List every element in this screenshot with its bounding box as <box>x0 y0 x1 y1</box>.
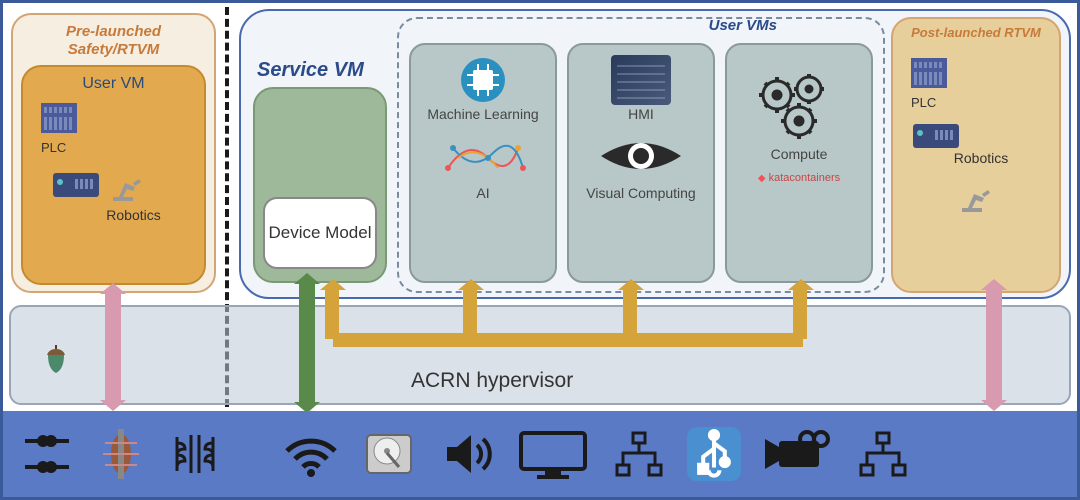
post-launched-title: Post-launched RTVM <box>903 25 1049 40</box>
hw-left-group <box>17 427 225 481</box>
hmi-screen-icon <box>611 55 671 105</box>
user-vms-group: User VMs Machine Learning AI HMI <box>397 17 885 293</box>
katacontainers-label: katacontainers <box>758 172 840 184</box>
network-icon <box>609 427 669 481</box>
gears-icon <box>749 65 849 145</box>
vm-label-visual: Visual Computing <box>586 186 695 201</box>
ai-network-icon <box>438 128 528 184</box>
pre-launched-container: Pre-launched Safety/RTVM User VM PLC Rob… <box>11 13 216 293</box>
gold-arrow-vm3 <box>793 289 807 339</box>
hard-drive-icon <box>359 427 419 481</box>
vm-label-ml: Machine Learning <box>427 107 538 122</box>
post-launched-container: Post-launched RTVM PLC Robotics <box>891 17 1061 293</box>
usb-icon <box>687 427 741 481</box>
vm-card-compute: Compute katacontainers <box>725 43 873 283</box>
vm-card-ml: Machine Learning AI <box>409 43 557 283</box>
hardware-bar <box>3 411 1077 497</box>
gold-arrow-device <box>325 289 339 339</box>
motor-icon <box>91 427 151 481</box>
gold-arrow-vm1 <box>463 289 477 339</box>
speaker-icon <box>437 427 497 481</box>
monitor-icon <box>515 427 591 481</box>
gold-bus <box>333 333 803 347</box>
plc-label: PLC <box>41 140 194 155</box>
arrow-post-to-hw <box>986 289 1002 401</box>
camera-icon <box>759 427 835 481</box>
chip-icon <box>453 55 513 105</box>
robot-arm-icon <box>107 165 147 205</box>
arrow-service-to-hw <box>299 283 315 403</box>
circuit-icon <box>17 427 77 481</box>
hypervisor-bar: ACRN hypervisor <box>9 305 1071 405</box>
service-vm-box: Device Model <box>253 87 387 283</box>
device-model-box: Device Model <box>263 197 377 269</box>
hypervisor-label: ACRN hypervisor <box>411 369 573 393</box>
vm-label-hmi: HMI <box>628 107 654 122</box>
robotics-label: Robotics <box>73 207 194 223</box>
acorn-logo-icon <box>39 341 73 375</box>
eye-icon <box>596 128 686 184</box>
network-icon-2 <box>853 427 913 481</box>
service-vm-title: Service VM <box>257 59 364 82</box>
robotics-row-right <box>913 124 1049 148</box>
robotics-device-icon <box>53 173 99 197</box>
plc-icon <box>911 58 947 88</box>
robot-arm-icon <box>956 176 996 216</box>
user-vm-label: User VM <box>33 75 194 93</box>
vm-label-ai: AI <box>476 186 489 201</box>
robotics-device-icon <box>913 124 959 148</box>
gold-arrow-vm2 <box>623 289 637 339</box>
user-vm-box-left: User VM PLC Robotics <box>21 65 206 285</box>
vm-label-compute: Compute <box>771 147 828 162</box>
arrow-pre-to-hw <box>105 293 121 401</box>
vm-card-hmi: HMI Visual Computing <box>567 43 715 283</box>
plc-icon <box>41 103 77 133</box>
user-vms-group-title: User VMs <box>703 17 783 34</box>
robotics-row <box>53 165 194 205</box>
plc-label-right: PLC <box>911 95 1049 110</box>
diagram-canvas: Pre-launched Safety/RTVM User VM PLC Rob… <box>3 3 1077 413</box>
pre-launched-title: Pre-launched Safety/RTVM <box>21 23 206 59</box>
robotics-label-right: Robotics <box>913 150 1049 166</box>
right-main-container: Service VM Device Model User VMs Machine… <box>239 9 1071 299</box>
transformer-icon <box>165 427 225 481</box>
wifi-icon <box>281 427 341 481</box>
